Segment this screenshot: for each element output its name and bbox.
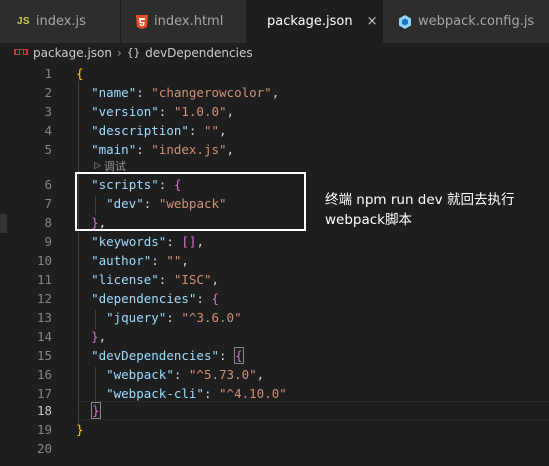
tab-label: webpack.config.js (418, 14, 535, 29)
close-icon[interactable]: × (367, 14, 378, 29)
code-line: 13 "jquery": "^3.6.0" (0, 308, 549, 327)
debug-codelens[interactable]: ▷ 调试 (94, 159, 126, 173)
breadcrumb: package.json › {} devDependencies (0, 43, 549, 62)
json-key: "author" (91, 253, 152, 268)
json-key: "devDependencies" (91, 348, 219, 363)
annotation-line: webpack脚本 (325, 212, 412, 228)
json-key: "description" (91, 123, 189, 138)
line-number: 17 (36, 386, 52, 401)
json-key: "main" (91, 142, 137, 157)
line-number: 20 (36, 441, 52, 456)
json-string: "" (203, 123, 220, 138)
json-string: "^3.6.0" (181, 310, 242, 325)
annotation-note: 终端 npm run dev 就回去执行 webpack脚本 (325, 190, 514, 230)
tab-package-json[interactable]: package.json × (247, 0, 383, 43)
code-line: 15 "devDependencies": { (0, 346, 549, 365)
tab-index-html[interactable]: index.html (121, 0, 247, 43)
code-line: 5 "main": "index.js", (0, 140, 549, 159)
json-key: "name" (91, 85, 137, 100)
tab-label: index.html (154, 14, 224, 29)
json-brace-matched: { (234, 347, 244, 364)
line-number: 11 (36, 272, 52, 287)
json-key: "version" (91, 104, 159, 119)
code-line: 1 { (0, 64, 549, 83)
chevron-right-icon: › (117, 45, 122, 60)
code-line: 4 "description": "", (0, 121, 549, 140)
line-number: 3 (44, 104, 52, 119)
code-line: 3 "version": "1.0.0", (0, 102, 549, 121)
line-number: 19 (36, 422, 52, 437)
json-key: "dependencies" (91, 291, 197, 306)
json-brace: } (76, 422, 84, 437)
code-line: 12 "dependencies": { (0, 289, 549, 308)
tab-index-js[interactable]: JS index.js (0, 0, 121, 43)
npm-package-icon (14, 48, 28, 55)
line-number: 9 (44, 234, 52, 249)
line-number: 16 (36, 367, 52, 382)
line-number: 6 (44, 177, 52, 192)
json-brace: { (211, 291, 220, 306)
line-number: 18 (36, 403, 52, 418)
line-number: 2 (44, 85, 52, 100)
json-brace: } (91, 329, 99, 344)
json-string: "1.0.0" (173, 104, 227, 119)
breadcrumb-symbol[interactable]: devDependencies (145, 46, 253, 60)
json-string: "index.js" (151, 142, 227, 157)
breadcrumb-file[interactable]: package.json (33, 46, 112, 60)
js-file-icon: JS (17, 16, 30, 27)
json-brace-matched: } (91, 402, 101, 419)
json-key: "keywords" (91, 234, 167, 249)
code-line-active: 18 } (0, 401, 549, 420)
annotation-highlight-box (75, 172, 306, 231)
tab-label: package.json (267, 14, 353, 29)
object-braces-icon: {} (126, 46, 141, 59)
code-line: 9 "keywords": [], (0, 232, 549, 251)
webpack-icon (399, 14, 411, 29)
json-array: [] (181, 234, 197, 249)
html5-file-icon (136, 14, 148, 29)
line-number: 15 (36, 348, 52, 363)
line-number: 13 (36, 310, 52, 325)
line-number: 4 (44, 123, 52, 138)
code-line: 16 "webpack": "^5.73.0", (0, 365, 549, 384)
code-line: 11 "license": "ISC", (0, 270, 549, 289)
json-string: "^5.73.0" (188, 367, 257, 382)
line-number: 5 (44, 142, 52, 157)
annotation-line: 终端 npm run dev 就回去执行 (325, 192, 515, 208)
code-editor[interactable]: 1 { 2 "name": "changerowcolor", 3 "versi… (0, 62, 549, 466)
json-string: "" (166, 253, 182, 268)
play-icon: ▷ (94, 161, 101, 171)
code-line: 10 "author": "", (0, 251, 549, 270)
json-key: "license" (91, 272, 159, 287)
editor-tab-bar: JS index.js index.html package.json × we… (0, 0, 549, 43)
line-number: 10 (36, 253, 52, 268)
tab-webpack-config[interactable]: webpack.config.js (383, 0, 549, 43)
json-string: "changerowcolor" (151, 85, 272, 100)
code-line: 20 (0, 439, 549, 458)
json-string: "^4.10.0" (219, 386, 287, 401)
json-key: "webpack-cli" (106, 386, 204, 401)
line-number: 1 (44, 66, 52, 81)
line-number: 7 (44, 196, 52, 211)
line-number: 12 (36, 291, 52, 306)
tab-label: index.js (35, 14, 86, 29)
code-line: 2 "name": "changerowcolor", (0, 83, 549, 102)
json-brace: { (76, 66, 84, 81)
code-line: 14 }, (0, 327, 549, 346)
code-line: 19 } (0, 420, 549, 439)
line-number: 8 (44, 215, 52, 230)
json-string: "ISC" (173, 272, 212, 287)
json-key: "jquery" (106, 310, 167, 325)
json-key: "webpack" (106, 367, 174, 382)
line-number: 14 (36, 329, 52, 344)
